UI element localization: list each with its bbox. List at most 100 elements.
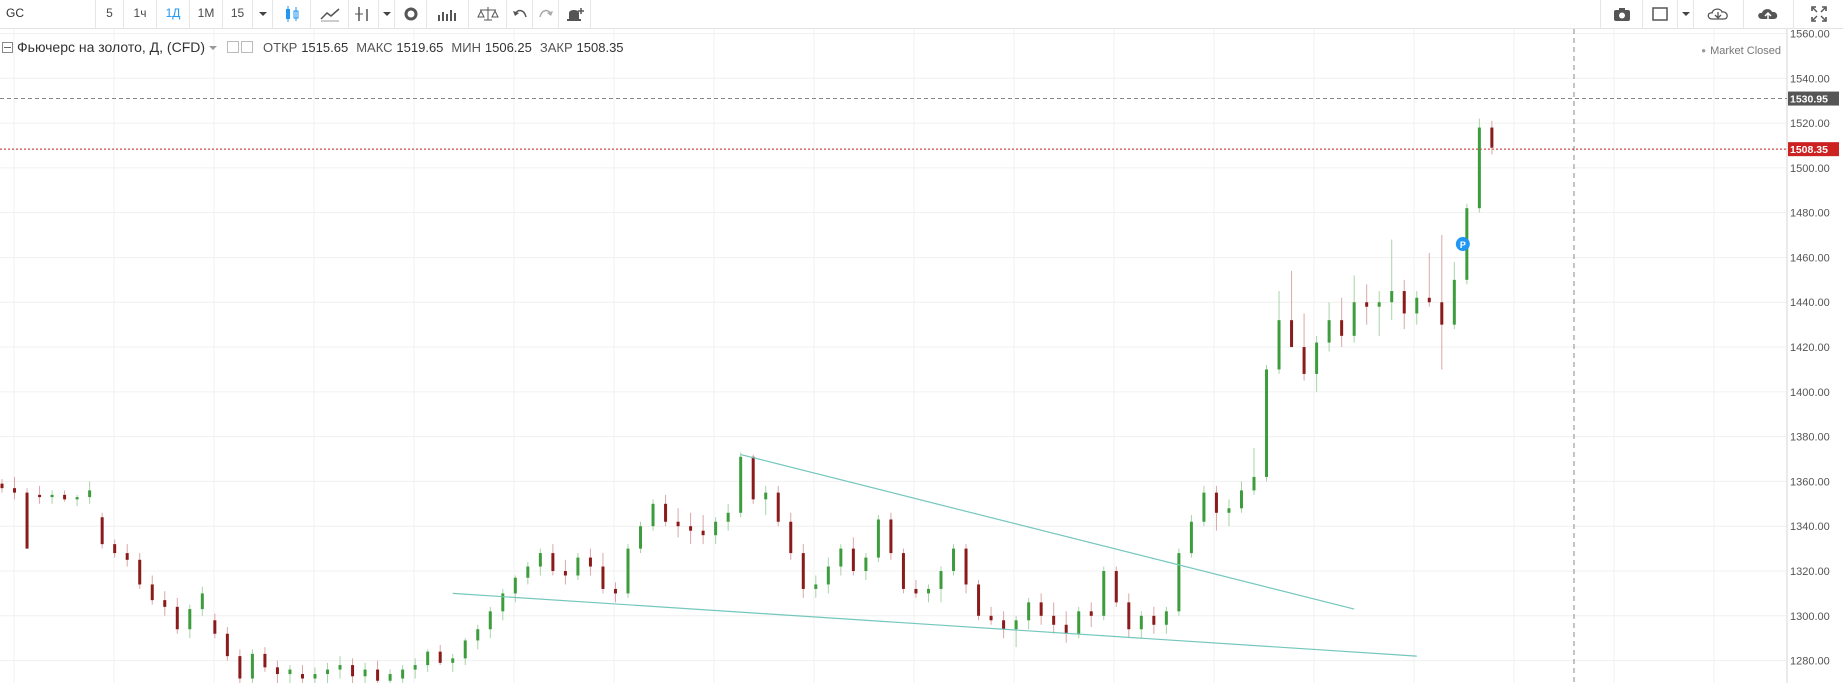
candle-up[interactable] (451, 658, 455, 663)
candle-down[interactable] (613, 588, 617, 594)
candle-up[interactable] (1177, 553, 1181, 612)
indicators-button[interactable] (349, 0, 379, 28)
candle-down[interactable] (664, 503, 668, 522)
candle-down[interactable] (551, 553, 555, 572)
candle-up[interactable] (876, 519, 880, 558)
load-layout-button[interactable] (1694, 0, 1744, 28)
fullscreen-button[interactable] (1794, 0, 1843, 28)
candle-up[interactable] (864, 557, 868, 572)
candle-down[interactable] (977, 584, 981, 616)
candle-up[interactable] (1265, 369, 1269, 477)
candle-up[interactable] (814, 584, 818, 589)
series-settings-icon[interactable] (241, 41, 254, 54)
indicators-dropdown[interactable] (379, 0, 395, 28)
candle-up[interactable] (313, 674, 317, 679)
collapse-legend-toggle[interactable] (2, 41, 13, 53)
candle-up[interactable] (1477, 127, 1481, 209)
candle-down[interactable] (776, 492, 780, 522)
candle-down[interactable] (376, 669, 380, 681)
price-chart[interactable]: 1280.00 1300.00 1320.00 1340.00 1360.00 1380.… (0, 29, 1843, 683)
chart-type-area-button[interactable] (311, 0, 349, 28)
candle-down[interactable] (1214, 492, 1218, 513)
candle-up[interactable] (88, 490, 92, 498)
candle-down[interactable] (1039, 602, 1043, 616)
candle-down[interactable] (989, 615, 993, 621)
candle-up[interactable] (1027, 602, 1031, 621)
candle-up[interactable] (50, 494, 54, 498)
candle-up[interactable] (714, 521, 718, 536)
candle-down[interactable] (263, 653, 267, 668)
candle-up[interactable] (363, 669, 367, 677)
candle-up[interactable] (463, 640, 467, 659)
candle-down[interactable] (125, 553, 129, 560)
candle-up[interactable] (1415, 297, 1419, 314)
candle-down[interactable] (689, 526, 693, 531)
candle-down[interactable] (213, 620, 217, 634)
candle-up[interactable] (1189, 521, 1193, 554)
candle-up[interactable] (1377, 302, 1381, 307)
candle-up[interactable] (1252, 476, 1256, 491)
candle-down[interactable] (1427, 297, 1431, 303)
candle-down[interactable] (1114, 571, 1118, 603)
candle-down[interactable] (676, 521, 680, 527)
candle-up[interactable] (1390, 291, 1394, 303)
candle-down[interactable] (175, 606, 179, 630)
candle-up[interactable] (1315, 342, 1319, 374)
snapshot-button[interactable] (1600, 0, 1643, 28)
candle-up[interactable] (576, 557, 580, 576)
candle-up[interactable] (952, 548, 956, 572)
bars-button[interactable] (427, 0, 469, 28)
candle-up[interactable] (739, 456, 743, 513)
candle-up[interactable] (1239, 490, 1243, 509)
candle-down[interactable] (1002, 620, 1006, 630)
candle-up[interactable] (1277, 320, 1281, 370)
candle-up[interactable] (426, 651, 430, 666)
candle-down[interactable] (563, 571, 567, 576)
candle-down[interactable] (38, 494, 42, 498)
candle-down[interactable] (275, 667, 279, 675)
candle-up[interactable] (1102, 571, 1106, 616)
trend-line[interactable] (740, 453, 1355, 610)
candle-up[interactable] (651, 503, 655, 527)
trend-line[interactable] (452, 592, 1417, 657)
candle-down[interactable] (113, 544, 117, 554)
candle-up[interactable] (200, 593, 204, 610)
interval-1m[interactable]: 1М (190, 0, 223, 28)
candle-up[interactable] (188, 609, 192, 630)
candle-up[interactable] (513, 577, 517, 594)
settings-button[interactable] (395, 0, 427, 28)
candle-up[interactable] (388, 674, 392, 681)
candle-down[interactable] (1127, 602, 1131, 630)
candle-up[interactable] (526, 566, 530, 578)
candle-down[interactable] (238, 656, 242, 679)
candle-down[interactable] (1064, 624, 1068, 634)
candle-up[interactable] (413, 665, 417, 670)
candle-up[interactable] (764, 492, 768, 500)
candle-down[interactable] (1402, 291, 1406, 314)
candle-down[interactable] (889, 519, 893, 554)
candle-down[interactable] (1440, 302, 1444, 325)
interval-5[interactable]: 5 (96, 0, 124, 28)
interval-1d[interactable]: 1Д (157, 0, 190, 28)
candle-up[interactable] (839, 548, 843, 567)
candle-down[interactable] (1490, 127, 1494, 148)
candle-up[interactable] (626, 548, 630, 594)
candle-down[interactable] (351, 665, 355, 677)
candle-up[interactable] (939, 571, 943, 589)
hide-series-icon[interactable] (227, 41, 240, 54)
compare-button[interactable] (469, 0, 507, 28)
symbol-input[interactable]: GC (0, 0, 96, 28)
candle-up[interactable] (1139, 615, 1143, 630)
candle-up[interactable] (1227, 508, 1231, 513)
redo-button[interactable] (533, 0, 559, 28)
candle-down[interactable] (588, 557, 592, 567)
candle-up[interactable] (250, 653, 254, 679)
candle-up[interactable] (1014, 620, 1018, 630)
candle-down[interactable] (438, 651, 442, 663)
layout-dropdown[interactable] (1678, 0, 1694, 28)
candle-down[interactable] (0, 483, 4, 489)
candle-down[interactable] (63, 494, 67, 500)
candle-down[interactable] (1340, 320, 1344, 336)
interval-1h[interactable]: 1ч (124, 0, 157, 28)
candle-down[interactable] (1290, 320, 1294, 348)
